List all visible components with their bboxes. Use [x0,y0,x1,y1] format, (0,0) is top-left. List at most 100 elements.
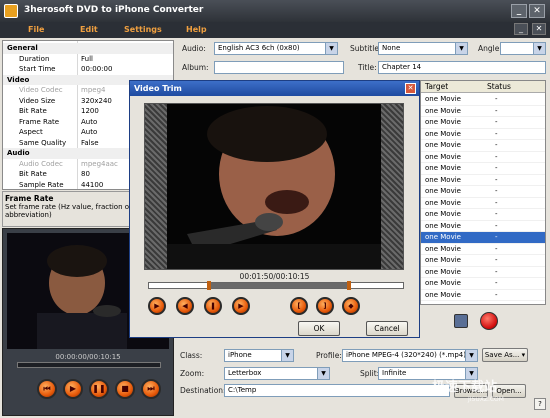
mini-minimize-button[interactable]: _ [514,23,528,35]
menu-help[interactable]: Help [186,25,207,34]
destination-label: Destination: [180,386,226,395]
trim-controls: ▶ ◀ ❚ ▶ [ ] ◆ [148,297,404,319]
video-trim-dialog: Video Trim ✕ 00:01:50/00:10:15 ▶ ◀ ❚ ▶ [… [129,80,420,338]
property-row[interactable]: Start Time 00:00:00 [3,64,173,75]
mini-close-button[interactable]: ✕ [532,23,546,35]
play-button[interactable]: ▶ [63,379,83,399]
status-cell: - [495,118,498,126]
set-end-button[interactable]: ] [316,297,334,315]
target-cell: one Movie [425,267,461,276]
target-cell: one Movie [425,95,461,103]
status-cell: - [495,290,498,299]
status-cell: - [495,256,498,264]
list-item[interactable]: one Movie - [421,267,545,278]
status-cell: - [495,221,498,230]
pause-convert-button[interactable] [454,314,468,328]
target-cell: one Movie [425,164,461,172]
zoom-select[interactable]: Letterbox ▼ [224,367,330,380]
status-cell: - [495,244,498,253]
app-window: 3herosoft DVD to iPhone Converter _ ✕ Fi… [0,0,550,418]
app-icon [4,4,18,18]
trim-play-button[interactable]: ▶ [148,297,166,315]
destination-field[interactable]: C:\Temp [224,384,450,397]
target-cell: one Movie [425,221,461,230]
status-cell: - [495,210,498,218]
list-item[interactable]: one Movie - [421,152,545,163]
dialog-close-button[interactable]: ✕ [405,83,416,94]
cancel-button[interactable]: Cancel [366,321,408,336]
status-cell: - [495,141,498,149]
trim-end-handle[interactable] [347,281,351,290]
column-target[interactable]: Target [425,82,448,91]
trim-next-frame-button[interactable]: ▶ [232,297,250,315]
list-item[interactable]: one Movie - [421,221,545,232]
profile-select[interactable]: iPhone MPEG-4 (320*240) (*.mp4) ▼ [342,349,478,362]
menu-file[interactable]: File [28,25,44,34]
chevron-down-icon: ▼ [325,43,337,54]
list-item[interactable]: one Movie - [421,244,545,255]
target-cell: one Movie [425,244,461,253]
list-item[interactable]: one Movie - [421,140,545,152]
list-item[interactable]: one Movie - [421,209,545,221]
preview-seek-bar[interactable] [17,362,161,368]
chevron-down-icon: ▼ [533,43,545,54]
next-button[interactable]: ⏭ [141,379,161,399]
list-item[interactable]: one Movie - [421,186,545,198]
list-item[interactable]: one Movie - [421,255,545,267]
status-cell: - [495,198,498,207]
chevron-down-icon: ▼ [455,43,467,54]
window-title: 3herosoft DVD to iPhone Converter [24,5,204,15]
class-select[interactable]: iPhone ▼ [224,349,294,362]
previous-button[interactable]: ⏮ [37,379,57,399]
angle-select[interactable]: ▼ [500,42,546,55]
minimize-button[interactable]: _ [511,4,527,18]
trim-time: 00:01:50/00:10:15 [239,272,310,281]
column-status[interactable]: Status [487,82,511,91]
trim-start-handle[interactable] [207,281,211,290]
list-item[interactable]: one Movie - [421,232,545,244]
target-cell: one Movie [425,210,461,218]
target-cell: one Movie [425,129,461,138]
audio-select[interactable]: English AC3 6ch (0x80) ▼ [214,42,338,55]
list-item[interactable]: one Movie - [421,175,545,186]
stop-convert-button[interactable] [480,312,498,330]
right-letterbox [381,104,403,269]
list-item[interactable]: one Movie - [421,117,545,129]
profile-label: Profile: [316,351,342,360]
reset-trim-button[interactable]: ◆ [342,297,360,315]
menu-settings[interactable]: Settings [124,25,162,34]
list-item[interactable]: one Movie - [421,198,545,209]
status-cell: - [495,164,498,172]
list-item[interactable]: one Movie - [421,106,545,117]
pause-button[interactable]: ❚❚ [89,379,109,399]
menu-edit[interactable]: Edit [80,25,98,34]
split-label: Split: [360,369,380,378]
zoom-label: Zoom: [180,369,205,378]
subtitle-select[interactable]: None ▼ [378,42,468,55]
target-cell: one Movie [425,175,461,184]
list-item[interactable]: one Movie - [421,94,545,106]
ok-button[interactable]: OK [298,321,340,336]
album-field[interactable] [214,61,344,74]
target-cell: one Movie [425,279,461,287]
property-row[interactable]: Duration Full [3,54,173,65]
track-settings: Audio: English AC3 6ch (0x80) ▼ Subtitle:… [178,40,548,80]
set-start-button[interactable]: [ [290,297,308,315]
close-button[interactable]: ✕ [529,4,545,18]
trim-prev-frame-button[interactable]: ◀ [176,297,194,315]
property-group[interactable]: General [3,43,173,54]
list-item[interactable]: one Movie - [421,163,545,175]
list-item[interactable]: one Movie - [421,290,545,301]
convert-controls [420,308,546,336]
help-icon[interactable]: ? [534,398,546,410]
list-item[interactable]: one Movie - [421,129,545,140]
status-cell: - [495,279,498,287]
trim-pause-button[interactable]: ❚ [204,297,222,315]
target-cell: one Movie [425,118,461,126]
title-field[interactable]: Chapter 14 [378,61,546,74]
save-as-button[interactable]: Save As... ▾ [482,348,528,362]
list-item[interactable]: one Movie - [421,278,545,290]
trim-range-bar[interactable] [148,281,404,290]
stop-button[interactable]: ■ [115,379,135,399]
dialog-title-bar: Video Trim ✕ [130,81,419,96]
